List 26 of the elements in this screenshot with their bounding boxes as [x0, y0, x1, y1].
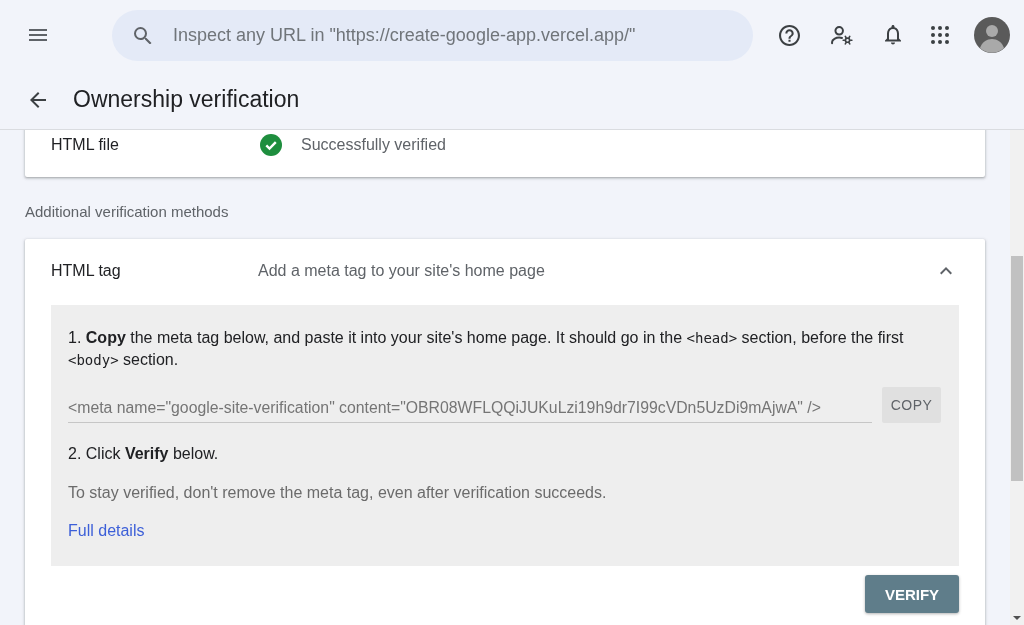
chevron-up-icon[interactable]	[940, 267, 952, 275]
apps-grid-icon[interactable]	[931, 26, 949, 44]
search-field[interactable]: Inspect any URL in "https://create-google-app.vercel.app/"	[112, 9, 753, 61]
method-description: Add a meta tag to your site's home page	[258, 262, 545, 280]
instruction-text: 1. Copy the meta tag below, and paste it into your site's home page. It should go in the <head> section, before the first <body> section.	[68, 328, 905, 370]
person-gear-icon[interactable]	[831, 25, 853, 45]
scrollbar-thumb[interactable]	[1011, 256, 1023, 481]
bell-icon[interactable]	[885, 25, 901, 45]
search-icon	[134, 26, 152, 44]
section-heading: Additional verification methods	[25, 203, 230, 221]
step-text: 2. Click Verify below.	[68, 444, 220, 464]
meta-tag-field[interactable]: <meta name="google-site-verification" content="OBR08WFLQQiJUKuLzi19h9dr7I99cVDn5UzDi9mAjwA" />	[68, 393, 872, 423]
copy-button[interactable]: COPY	[882, 387, 941, 423]
method-name: HTML file	[51, 136, 120, 154]
scroll-down-arrow-icon[interactable]	[1013, 616, 1021, 620]
method-name: HTML tag	[51, 262, 122, 280]
full-details-link[interactable]: Full details	[68, 522, 145, 539]
help-icon[interactable]	[779, 24, 800, 46]
scrollbar[interactable]	[1010, 130, 1024, 625]
note-text: To stay verified, don't remove the meta tag, even after verification succeeds.	[68, 483, 608, 503]
status-text: Successfully verified	[301, 136, 446, 154]
verify-button[interactable]: VERIFY	[865, 575, 959, 613]
avatar-icon[interactable]	[974, 17, 1010, 53]
menu-icon[interactable]	[29, 29, 47, 41]
page-title: Ownership verification	[73, 86, 300, 113]
back-arrow-icon[interactable]	[30, 91, 46, 108]
